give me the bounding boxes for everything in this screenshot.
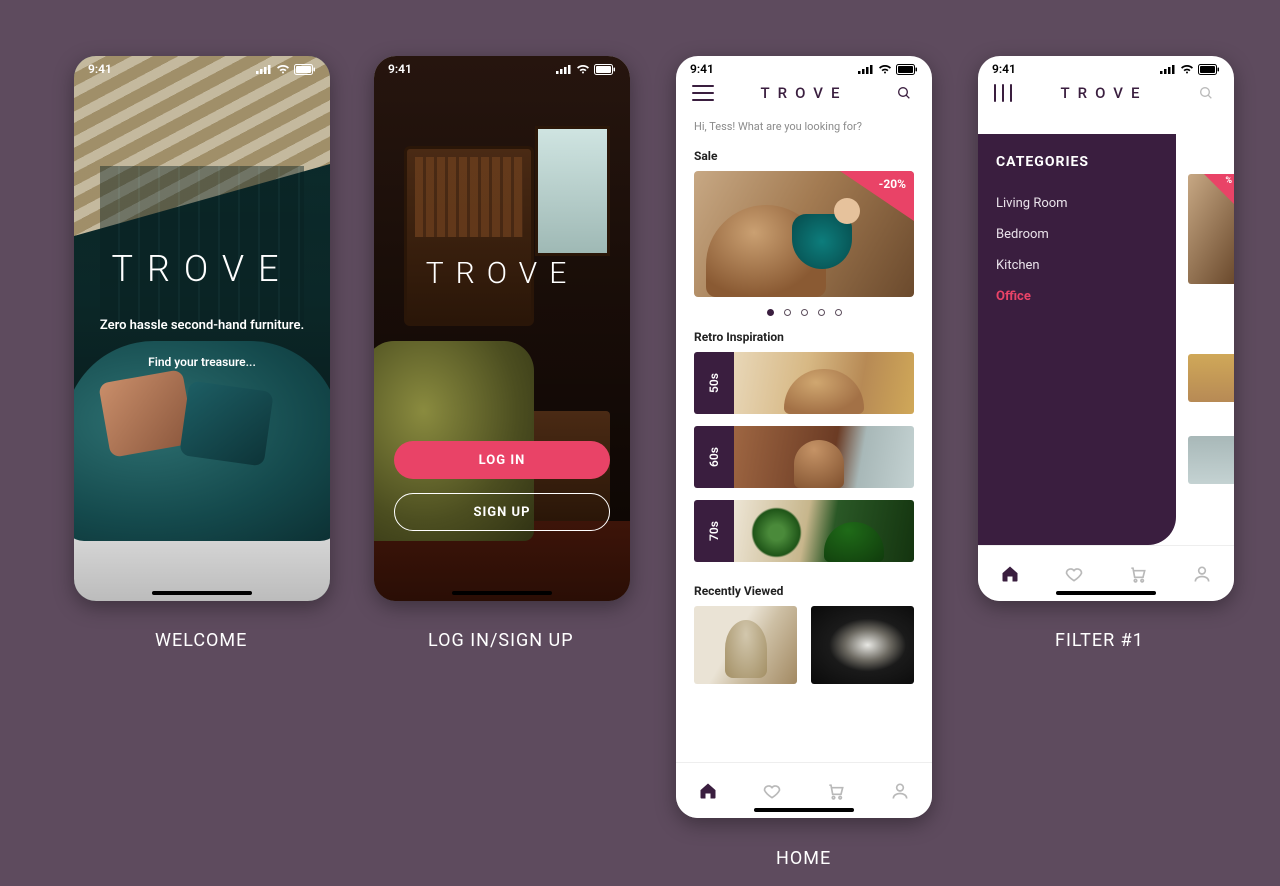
carousel-dot[interactable]	[818, 309, 825, 316]
peek-card[interactable]	[1188, 436, 1234, 484]
signal-icon	[256, 64, 272, 74]
search-icon[interactable]	[894, 85, 916, 101]
wifi-icon	[878, 64, 892, 74]
category-item[interactable]: Living Room	[996, 188, 1158, 219]
heart-icon	[1064, 564, 1084, 584]
user-icon	[1192, 564, 1212, 584]
status-time: 9:41	[992, 62, 1016, 76]
home-indicator[interactable]	[1056, 591, 1156, 595]
brand-logo: TROVE	[374, 256, 630, 291]
auth-button-stack: LOG IN SIGN UP	[394, 441, 610, 531]
carousel-dots	[676, 297, 932, 320]
tab-profile[interactable]	[1170, 546, 1234, 601]
status-time: 9:41	[690, 62, 714, 76]
battery-icon	[1198, 64, 1220, 75]
home-icon	[698, 781, 718, 801]
carousel-dot[interactable]	[835, 309, 842, 316]
status-bar: 9:41	[74, 56, 330, 78]
battery-icon	[294, 64, 316, 75]
signal-icon	[858, 64, 874, 74]
search-icon[interactable]	[1196, 85, 1218, 101]
status-bar: 9:41	[978, 56, 1234, 78]
sale-heading: Sale	[676, 139, 932, 171]
categories-heading: CATEGORIES	[996, 154, 1158, 170]
carousel-dot[interactable]	[801, 309, 808, 316]
user-icon	[890, 781, 910, 801]
sale-hero-card[interactable]: -20%	[694, 171, 914, 297]
app-title: TROVE	[761, 84, 848, 102]
top-bar: TROVE	[676, 78, 932, 110]
wifi-icon	[576, 64, 590, 74]
peek-badge: %	[1225, 176, 1232, 186]
cart-icon	[826, 781, 846, 801]
status-indicators	[858, 64, 918, 75]
cart-icon	[1128, 564, 1148, 584]
greeting-text: Hi, Tess! What are you looking for?	[676, 110, 932, 139]
top-bar: TROVE	[978, 78, 1234, 110]
heart-icon	[762, 781, 782, 801]
retro-label: 60s	[707, 447, 721, 467]
wifi-icon	[1180, 64, 1194, 74]
signal-icon	[556, 64, 572, 74]
category-item-active[interactable]: Office	[996, 281, 1158, 312]
home-indicator[interactable]	[754, 808, 854, 812]
home-indicator[interactable]	[452, 591, 552, 595]
signup-button[interactable]: SIGN UP	[394, 493, 610, 531]
signal-icon	[1160, 64, 1176, 74]
battery-icon	[896, 64, 918, 75]
app-title: TROVE	[1061, 84, 1148, 102]
retro-card-60s[interactable]: 60s	[694, 426, 914, 488]
tab-profile[interactable]	[868, 763, 932, 818]
welcome-tagline-2: Find your treasure...	[148, 355, 256, 369]
screen-welcome: 9:41 TROVE Zero hassle second-hand furni…	[74, 56, 330, 601]
recent-item[interactable]	[694, 606, 797, 684]
screen-filter: 9:41 TROVE % CATEGORIES Living Room Bedr…	[978, 56, 1234, 601]
carousel-dot[interactable]	[784, 309, 791, 316]
login-button[interactable]: LOG IN	[394, 441, 610, 479]
welcome-hero: TROVE Zero hassle second-hand furniture.…	[74, 56, 330, 601]
welcome-tagline-1: Zero hassle second-hand furniture.	[100, 318, 304, 333]
status-indicators	[1160, 64, 1220, 75]
retro-heading: Retro Inspiration	[676, 320, 932, 352]
peek-sale[interactable]: %	[1188, 174, 1234, 284]
category-item[interactable]: Kitchen	[996, 250, 1158, 281]
status-indicators	[256, 64, 316, 75]
home-icon	[1000, 564, 1020, 584]
peek-card[interactable]	[1188, 354, 1234, 402]
retro-label: 70s	[707, 521, 721, 541]
caption-filter: FILTER #1	[1055, 630, 1144, 651]
status-indicators	[556, 64, 616, 75]
hamburger-menu-icon[interactable]	[692, 85, 714, 101]
status-bar: 9:41	[374, 56, 630, 78]
battery-icon	[594, 64, 616, 75]
category-item[interactable]: Bedroom	[996, 219, 1158, 250]
content-peek: %	[1188, 174, 1234, 503]
recent-heading: Recently Viewed	[676, 574, 932, 606]
retro-card-70s[interactable]: 70s	[694, 500, 914, 562]
status-time: 9:41	[388, 62, 412, 76]
screen-auth: 9:41 TROVE LOG IN SIGN UP	[374, 56, 630, 601]
caption-home: HOME	[776, 848, 831, 869]
status-bar: 9:41	[676, 56, 932, 78]
tab-home[interactable]	[676, 763, 740, 818]
screen-home: 9:41 TROVE Hi, Tess! What are you lookin…	[676, 56, 932, 818]
tab-home[interactable]	[978, 546, 1042, 601]
recent-item[interactable]	[811, 606, 914, 684]
retro-card-50s[interactable]: 50s	[694, 352, 914, 414]
recent-row	[676, 606, 932, 684]
caption-auth: LOG IN/SIGN UP	[428, 630, 574, 651]
categories-drawer: CATEGORIES Living Room Bedroom Kitchen O…	[978, 134, 1176, 545]
wifi-icon	[276, 64, 290, 74]
carousel-dot[interactable]	[767, 309, 774, 316]
status-time: 9:41	[88, 62, 112, 76]
caption-welcome: WELCOME	[155, 630, 247, 651]
menu-close-icon[interactable]	[994, 84, 1012, 102]
brand-logo: TROVE	[111, 248, 292, 290]
retro-label: 50s	[707, 373, 721, 393]
